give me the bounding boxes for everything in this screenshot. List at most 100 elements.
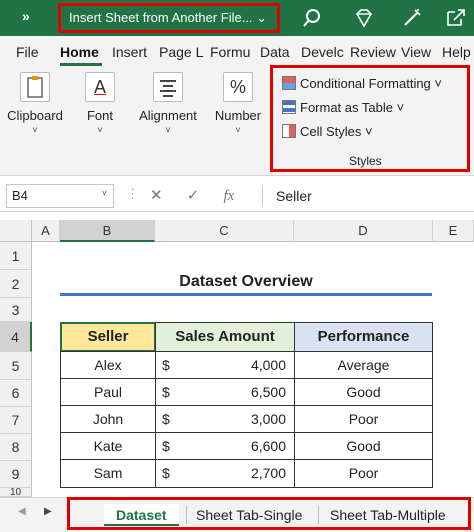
row-header-2[interactable]: 2 bbox=[0, 270, 32, 298]
row-header-1[interactable]: 1 bbox=[0, 242, 32, 270]
enter-icon[interactable]: ✓ bbox=[187, 187, 200, 204]
tab-view[interactable]: View bbox=[401, 44, 431, 60]
row-header-5[interactable]: 5 bbox=[0, 352, 32, 380]
sheet-tab-separator bbox=[318, 506, 319, 524]
row-header-6[interactable]: 6 bbox=[0, 380, 32, 407]
tab-home[interactable]: Home bbox=[60, 44, 99, 60]
seller-cell[interactable]: Kate bbox=[60, 432, 156, 460]
format-as-table-label: Format as Table ˅ bbox=[300, 100, 405, 115]
name-box[interactable]: B4 ˅ bbox=[6, 184, 114, 208]
tab-file[interactable]: File bbox=[16, 44, 39, 60]
conditional-formatting-icon bbox=[282, 76, 296, 90]
tab-developer[interactable]: Develc bbox=[301, 44, 344, 60]
seller-cell[interactable]: John bbox=[60, 405, 156, 433]
chevron-down-icon[interactable]: ˅ bbox=[74, 125, 126, 135]
search-icon[interactable] bbox=[300, 6, 324, 30]
column-header-d[interactable]: D bbox=[294, 220, 433, 242]
next-sheet-icon[interactable]: ▶ bbox=[44, 506, 52, 517]
currency-symbol: $ bbox=[162, 465, 170, 481]
more-options-icon[interactable]: ⋮ bbox=[126, 186, 139, 202]
sheet-tab-dataset[interactable]: Dataset bbox=[104, 504, 179, 526]
performance-cell[interactable]: Good bbox=[294, 378, 433, 406]
chevron-down-icon[interactable]: ˅ bbox=[4, 125, 66, 135]
cancel-icon[interactable]: ✕ bbox=[150, 187, 163, 204]
row-header-3[interactable]: 3 bbox=[0, 298, 32, 322]
formula-buttons: ✕ ✓ fx bbox=[150, 186, 254, 205]
ribbon-separator bbox=[270, 74, 271, 169]
tab-page-layout[interactable]: Page L bbox=[159, 44, 203, 60]
currency-symbol: $ bbox=[162, 357, 170, 373]
sales-cell[interactable]: $3,000 bbox=[155, 405, 295, 433]
font-icon: A bbox=[85, 72, 115, 102]
insert-function-icon[interactable]: fx bbox=[224, 188, 235, 204]
row-header-8[interactable]: 8 bbox=[0, 434, 32, 461]
font-group[interactable]: A Font ˅ bbox=[74, 66, 126, 135]
column-header-c[interactable]: C bbox=[155, 220, 294, 242]
column-header-b[interactable]: B bbox=[60, 220, 155, 242]
ribbon-tabs: File Home Insert Page L Formu Data Devel… bbox=[0, 36, 474, 66]
header-sales-amount[interactable]: Sales Amount bbox=[155, 322, 295, 352]
currency-symbol: $ bbox=[162, 411, 170, 427]
sales-cell[interactable]: $2,700 bbox=[155, 459, 295, 488]
seller-cell[interactable]: Paul bbox=[60, 378, 156, 406]
document-title[interactable]: Insert Sheet from Another File... ⌄ bbox=[58, 3, 280, 33]
format-as-table-icon bbox=[282, 100, 296, 114]
header-performance[interactable]: Performance bbox=[294, 322, 433, 352]
font-label: Font bbox=[86, 108, 113, 123]
tab-help[interactable]: Help bbox=[442, 44, 471, 60]
tab-review[interactable]: Review bbox=[350, 44, 396, 60]
chevron-down-icon[interactable]: ˅ bbox=[102, 188, 107, 198]
chevron-down-icon[interactable]: ˅ bbox=[210, 125, 266, 135]
number-group[interactable]: % Number ˅ bbox=[210, 66, 266, 135]
clipboard-label: Clipboard bbox=[7, 108, 63, 123]
seller-cell[interactable]: Alex bbox=[60, 351, 156, 379]
row-header-4[interactable]: 4 bbox=[0, 322, 32, 352]
select-all-corner[interactable] bbox=[0, 220, 32, 242]
seller-cell[interactable]: Sam bbox=[60, 459, 156, 488]
number-label: Number bbox=[214, 108, 262, 123]
clipboard-group[interactable]: Clipboard ˅ bbox=[4, 66, 66, 135]
cell-styles-icon bbox=[282, 124, 296, 138]
pen-icon[interactable] bbox=[400, 6, 424, 30]
sales-amount: 6,600 bbox=[250, 438, 286, 454]
font-glyph: A bbox=[93, 77, 106, 97]
header-seller[interactable]: Seller bbox=[60, 322, 156, 352]
row-header-9[interactable]: 9 bbox=[0, 461, 32, 488]
prev-sheet-icon[interactable]: ◀ bbox=[18, 506, 26, 517]
performance-cell[interactable]: Average bbox=[294, 351, 433, 379]
column-header-e[interactable]: E bbox=[433, 220, 474, 242]
format-as-table-button[interactable]: Format as Table ˅ bbox=[282, 100, 404, 115]
cell-styles-button[interactable]: Cell Styles ˅ bbox=[282, 124, 373, 139]
row-header-7[interactable]: 7 bbox=[0, 407, 32, 434]
column-header-a[interactable]: A bbox=[32, 220, 60, 242]
sheet-tab-single[interactable]: Sheet Tab-Single bbox=[196, 504, 302, 526]
sales-cell[interactable]: $4,000 bbox=[155, 351, 295, 379]
sales-amount: 2,700 bbox=[250, 465, 286, 481]
title-bar: » Insert Sheet from Another File... ⌄ bbox=[0, 0, 474, 36]
diamond-icon[interactable] bbox=[352, 6, 376, 30]
sheet-tab-multiple[interactable]: Sheet Tab-Multiple bbox=[330, 504, 446, 526]
tab-data[interactable]: Data bbox=[260, 44, 290, 60]
sales-amount: 3,000 bbox=[250, 411, 286, 427]
chevron-down-icon[interactable]: ˅ bbox=[132, 125, 204, 135]
currency-symbol: $ bbox=[162, 384, 170, 400]
cell-styles-label: Cell Styles ˅ bbox=[300, 124, 373, 139]
sales-cell[interactable]: $6,600 bbox=[155, 432, 295, 460]
styles-group-label: Styles bbox=[349, 154, 382, 168]
conditional-formatting-label: Conditional Formatting ˅ bbox=[300, 76, 442, 91]
chevron-down-icon[interactable]: ⌄ bbox=[256, 6, 267, 30]
quick-access-chevron[interactable]: » bbox=[22, 8, 30, 24]
percent-icon: % bbox=[223, 72, 253, 102]
sales-amount: 6,500 bbox=[250, 384, 286, 400]
formula-input[interactable]: Seller bbox=[276, 188, 312, 204]
performance-cell[interactable]: Good bbox=[294, 432, 433, 460]
share-icon[interactable] bbox=[444, 6, 468, 30]
row-header-10[interactable]: 10 bbox=[0, 488, 32, 497]
tab-insert[interactable]: Insert bbox=[112, 44, 147, 60]
conditional-formatting-button[interactable]: Conditional Formatting ˅ bbox=[282, 76, 442, 91]
tab-formulas[interactable]: Formu bbox=[210, 44, 250, 60]
alignment-group[interactable]: Alignment ˅ bbox=[132, 66, 204, 135]
sales-cell[interactable]: $6,500 bbox=[155, 378, 295, 406]
performance-cell[interactable]: Poor bbox=[294, 459, 433, 488]
performance-cell[interactable]: Poor bbox=[294, 405, 433, 433]
